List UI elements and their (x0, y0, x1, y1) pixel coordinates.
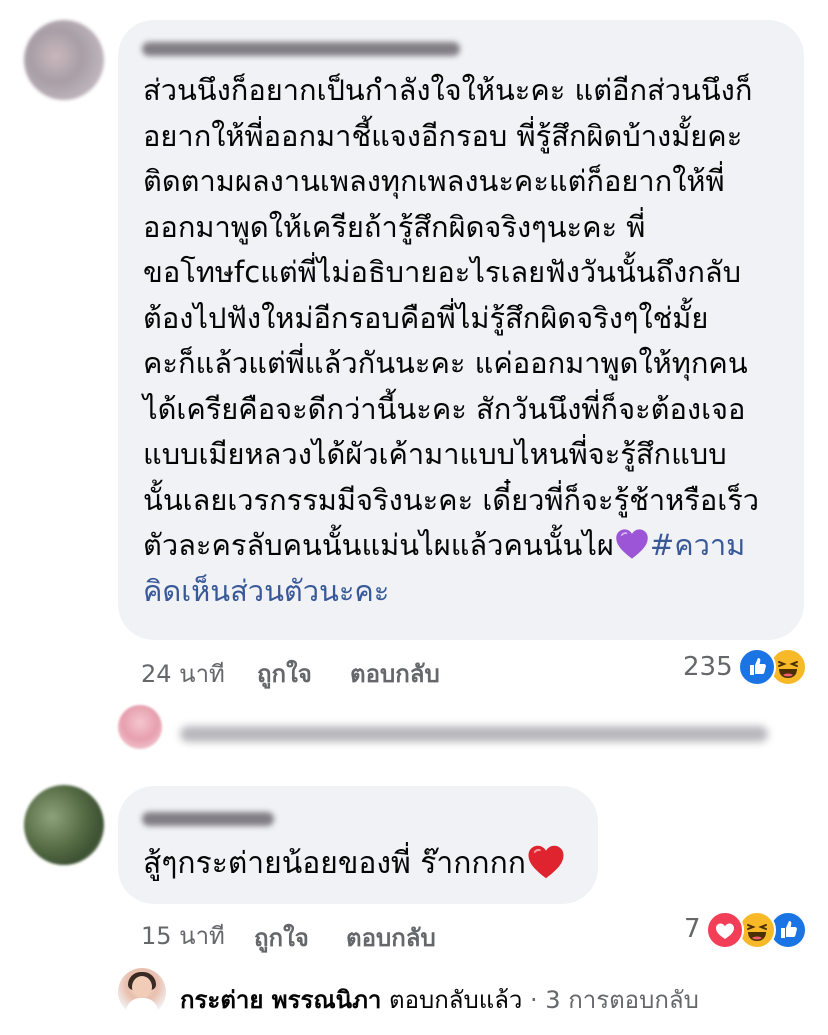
comment-line-last: ตัวละครลับคนนั้นแม่นไผแล้วคนนั้นไผ #ความ (143, 523, 793, 569)
reply-button[interactable]: ตอบกลับ (346, 918, 436, 957)
comment-line: ออกมาพูดให้เครียถ้ารู้สึกผิดจริงๆนะคะ พี… (143, 209, 646, 244)
commenter-avatar[interactable] (24, 20, 104, 100)
reply-preview-blurred[interactable] (180, 726, 768, 742)
replier-name: กระต่าย พรรณนิภา (180, 986, 382, 1014)
comment-line: อยากให้พี่ออกมาชี้แจงอีกรอบ พี่รู้สึกผิด… (143, 118, 743, 153)
purple-heart-icon (616, 529, 648, 559)
replier-avatar[interactable] (118, 968, 166, 1016)
reply-button[interactable]: ตอบกลับ (350, 654, 440, 693)
comment-line: ตัวละครลับคนนั้นแม่นไผแล้วคนนั้นไผ (143, 528, 614, 562)
commenter-name-blurred[interactable] (142, 812, 274, 826)
comment-line: ติดตามผลงานเพลงทุกเพลงนะคะแต่ก็อยากให้พี… (143, 164, 725, 198)
commenter-avatar[interactable] (24, 785, 104, 865)
comment-text: ส่วนนึงก็อยากเป็นกำลังใจให้นะคะ แต่อีกส่… (143, 68, 793, 614)
comment-line: ส่วนนึงก็อยากเป็นกำลังใจให้นะคะ แต่อีกส่… (143, 73, 753, 107)
comment-line: สู้ๆกระต่ายน้อยของพี่ ร๊ากกกก (143, 846, 526, 881)
comment-line: นั้นเลยเวรกรรมมีจริงนะคะ เดี๋ยวพี่ก็จะรู… (143, 482, 760, 517)
comment-timestamp[interactable]: 24 นาที (141, 654, 225, 693)
view-replies-link[interactable]: กระต่าย พรรณนิภา ตอบกลับแล้ว · 3 การตอบก… (180, 980, 699, 1019)
love-icon[interactable] (706, 911, 744, 949)
comment-timestamp[interactable]: 15 นาที (141, 916, 225, 955)
like-button[interactable]: ถูกใจ (257, 654, 312, 693)
commenter-name-blurred[interactable] (142, 42, 460, 56)
comment-line: ได้เครียคือจะดีกว่านี้นะคะ สักวันนึงพี่ก… (143, 391, 746, 426)
red-heart-icon (528, 845, 564, 879)
like-icon[interactable] (738, 648, 776, 686)
reply-action-text: ตอบกลับแล้ว (389, 986, 523, 1014)
reaction-count[interactable]: 7 (684, 914, 701, 944)
comment-text: สู้ๆกระต่ายน้อยของพี่ ร๊ากกกก (143, 842, 566, 886)
separator: · (530, 986, 538, 1014)
comment-line: แบบเมียหลวงได้ผัวเค้ามาแบบไหนพี่จะรู้สึก… (143, 437, 727, 471)
comment-line: ขอโทษfcแต่พี่ไม่อธิบายอะไรเลยฟังวันนั้นถ… (143, 255, 742, 289)
comment-line: ต้องไปฟังใหม่อีกรอบคือพี่ไม่รู้สึกผิดจริ… (143, 300, 709, 335)
replier-avatar[interactable] (118, 705, 162, 749)
hashtag-link[interactable]: #ความ (650, 528, 745, 562)
reply-count: 3 การตอบกลับ (545, 986, 699, 1014)
hashtag-link[interactable]: คิดเห็นส่วนตัวนะคะ (143, 569, 793, 615)
reaction-count[interactable]: 235 (683, 652, 733, 682)
comment-line: คะก็แล้วแต่พี่แล้วกันนะคะ แค่ออกมาพูดให้… (143, 346, 748, 380)
like-button[interactable]: ถูกใจ (254, 918, 309, 957)
